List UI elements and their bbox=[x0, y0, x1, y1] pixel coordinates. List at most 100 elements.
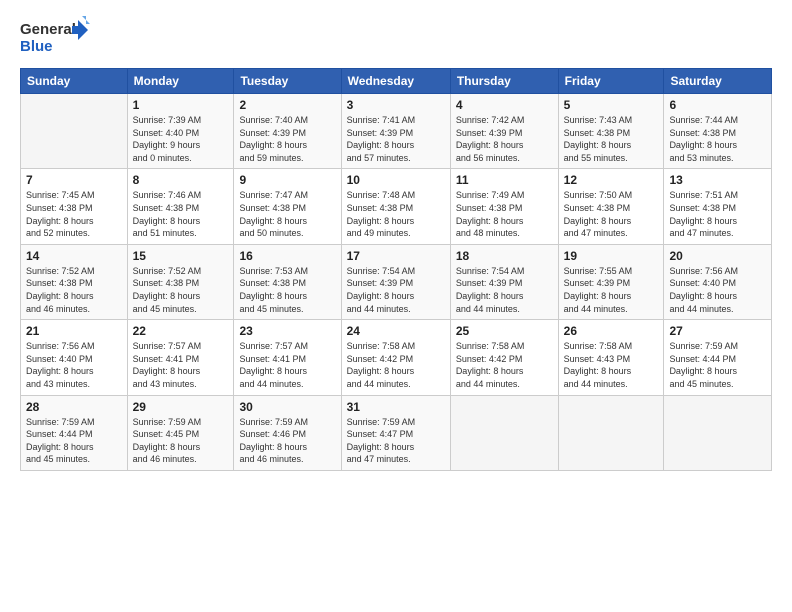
day-number: 14 bbox=[26, 249, 122, 263]
header-thursday: Thursday bbox=[450, 69, 558, 94]
day-number: 12 bbox=[564, 173, 659, 187]
calendar-header-row: SundayMondayTuesdayWednesdayThursdayFrid… bbox=[21, 69, 772, 94]
calendar-cell: 11 Sunrise: 7:49 AM Sunset: 4:38 PM Dayli… bbox=[450, 169, 558, 244]
calendar-cell bbox=[558, 395, 664, 470]
calendar-cell: 22Sunrise: 7:57 AM Sunset: 4:41 PM Dayli… bbox=[127, 320, 234, 395]
calendar-cell bbox=[450, 395, 558, 470]
svg-text:Blue: Blue bbox=[20, 38, 53, 55]
day-number: 1 bbox=[133, 98, 229, 112]
day-number: 24 bbox=[347, 324, 445, 338]
week-row-1: 1 Sunrise: 7:39 AM Sunset: 4:40 PM Daylig… bbox=[21, 94, 772, 169]
calendar: SundayMondayTuesdayWednesdayThursdayFrid… bbox=[20, 68, 772, 471]
day-info: Sunrise: 7:49 AM Sunset: 4:38 PM Dayligh… bbox=[456, 189, 553, 239]
day-number: 13 bbox=[669, 173, 766, 187]
page: General Blue SundayMondayTuesdayWednesda… bbox=[0, 0, 792, 612]
calendar-cell: 21 Sunrise: 7:56 AM Sunset: 4:40 PM Dayli… bbox=[21, 320, 128, 395]
day-number: 16 bbox=[239, 249, 335, 263]
day-info: Sunrise: 7:58 AM Sunset: 4:42 PM Dayligh… bbox=[456, 340, 553, 390]
day-info: Sunrise: 7:59 AM Sunset: 4:44 PM Dayligh… bbox=[26, 416, 122, 466]
day-info: Sunrise: 7:57 AM Sunset: 4:41 PM Dayligh… bbox=[239, 340, 335, 390]
day-info: Sunrise: 7:40 AM Sunset: 4:39 PM Dayligh… bbox=[239, 114, 335, 164]
calendar-cell: 26 Sunrise: 7:58 AM Sunset: 4:43 PM Dayli… bbox=[558, 320, 664, 395]
day-number: 4 bbox=[456, 98, 553, 112]
calendar-cell: 6 Sunrise: 7:44 AM Sunset: 4:38 PM Daylig… bbox=[664, 94, 772, 169]
day-info: Sunrise: 7:47 AM Sunset: 4:38 PM Dayligh… bbox=[239, 189, 335, 239]
day-number: 26 bbox=[564, 324, 659, 338]
day-info: Sunrise: 7:59 AM Sunset: 4:45 PM Dayligh… bbox=[133, 416, 229, 466]
calendar-cell: 27 Sunrise: 7:59 AM Sunset: 4:44 PM Dayli… bbox=[664, 320, 772, 395]
calendar-cell: 25Sunrise: 7:58 AM Sunset: 4:42 PM Dayli… bbox=[450, 320, 558, 395]
day-number: 20 bbox=[669, 249, 766, 263]
calendar-cell bbox=[664, 395, 772, 470]
header-sunday: Sunday bbox=[21, 69, 128, 94]
day-number: 18 bbox=[456, 249, 553, 263]
calendar-cell: 28 Sunrise: 7:59 AM Sunset: 4:44 PM Dayli… bbox=[21, 395, 128, 470]
day-info: Sunrise: 7:44 AM Sunset: 4:38 PM Dayligh… bbox=[669, 114, 766, 164]
day-number: 31 bbox=[347, 400, 445, 414]
day-number: 2 bbox=[239, 98, 335, 112]
day-number: 15 bbox=[133, 249, 229, 263]
day-number: 9 bbox=[239, 173, 335, 187]
day-info: Sunrise: 7:45 AM Sunset: 4:38 PM Dayligh… bbox=[26, 189, 122, 239]
calendar-cell: 19 Sunrise: 7:55 AM Sunset: 4:39 PM Dayli… bbox=[558, 244, 664, 319]
week-row-5: 28 Sunrise: 7:59 AM Sunset: 4:44 PM Dayli… bbox=[21, 395, 772, 470]
day-info: Sunrise: 7:52 AM Sunset: 4:38 PM Dayligh… bbox=[26, 265, 122, 315]
calendar-cell: 1 Sunrise: 7:39 AM Sunset: 4:40 PM Daylig… bbox=[127, 94, 234, 169]
calendar-cell: 24 Sunrise: 7:58 AM Sunset: 4:42 PM Dayli… bbox=[341, 320, 450, 395]
day-number: 17 bbox=[347, 249, 445, 263]
header-friday: Friday bbox=[558, 69, 664, 94]
calendar-cell: 14 Sunrise: 7:52 AM Sunset: 4:38 PM Dayli… bbox=[21, 244, 128, 319]
logo: General Blue bbox=[20, 16, 90, 58]
day-info: Sunrise: 7:41 AM Sunset: 4:39 PM Dayligh… bbox=[347, 114, 445, 164]
calendar-cell: 18 Sunrise: 7:54 AM Sunset: 4:39 PM Dayli… bbox=[450, 244, 558, 319]
calendar-cell: 9 Sunrise: 7:47 AM Sunset: 4:38 PM Daylig… bbox=[234, 169, 341, 244]
day-number: 8 bbox=[133, 173, 229, 187]
logo-svg: General Blue bbox=[20, 16, 90, 58]
header: General Blue bbox=[20, 16, 772, 58]
calendar-cell: 31 Sunrise: 7:59 AM Sunset: 4:47 PM Dayli… bbox=[341, 395, 450, 470]
day-info: Sunrise: 7:54 AM Sunset: 4:39 PM Dayligh… bbox=[347, 265, 445, 315]
calendar-cell: 30 Sunrise: 7:59 AM Sunset: 4:46 PM Dayli… bbox=[234, 395, 341, 470]
day-number: 6 bbox=[669, 98, 766, 112]
header-tuesday: Tuesday bbox=[234, 69, 341, 94]
day-number: 27 bbox=[669, 324, 766, 338]
day-number: 30 bbox=[239, 400, 335, 414]
day-number: 3 bbox=[347, 98, 445, 112]
header-saturday: Saturday bbox=[664, 69, 772, 94]
header-wednesday: Wednesday bbox=[341, 69, 450, 94]
day-number: 22 bbox=[133, 324, 229, 338]
day-number: 21 bbox=[26, 324, 122, 338]
day-info: Sunrise: 7:58 AM Sunset: 4:43 PM Dayligh… bbox=[564, 340, 659, 390]
day-info: Sunrise: 7:50 AM Sunset: 4:38 PM Dayligh… bbox=[564, 189, 659, 239]
week-row-2: 7 Sunrise: 7:45 AM Sunset: 4:38 PM Daylig… bbox=[21, 169, 772, 244]
day-info: Sunrise: 7:59 AM Sunset: 4:44 PM Dayligh… bbox=[669, 340, 766, 390]
day-number: 23 bbox=[239, 324, 335, 338]
day-info: Sunrise: 7:39 AM Sunset: 4:40 PM Dayligh… bbox=[133, 114, 229, 164]
week-row-4: 21 Sunrise: 7:56 AM Sunset: 4:40 PM Dayli… bbox=[21, 320, 772, 395]
day-number: 29 bbox=[133, 400, 229, 414]
calendar-cell: 8Sunrise: 7:46 AM Sunset: 4:38 PM Daylig… bbox=[127, 169, 234, 244]
day-info: Sunrise: 7:55 AM Sunset: 4:39 PM Dayligh… bbox=[564, 265, 659, 315]
calendar-cell: 16Sunrise: 7:53 AM Sunset: 4:38 PM Dayli… bbox=[234, 244, 341, 319]
day-info: Sunrise: 7:58 AM Sunset: 4:42 PM Dayligh… bbox=[347, 340, 445, 390]
calendar-cell: 2 Sunrise: 7:40 AM Sunset: 4:39 PM Daylig… bbox=[234, 94, 341, 169]
day-info: Sunrise: 7:51 AM Sunset: 4:38 PM Dayligh… bbox=[669, 189, 766, 239]
calendar-cell: 3 Sunrise: 7:41 AM Sunset: 4:39 PM Daylig… bbox=[341, 94, 450, 169]
calendar-cell: 17 Sunrise: 7:54 AM Sunset: 4:39 PM Dayli… bbox=[341, 244, 450, 319]
day-number: 19 bbox=[564, 249, 659, 263]
day-info: Sunrise: 7:43 AM Sunset: 4:38 PM Dayligh… bbox=[564, 114, 659, 164]
day-info: Sunrise: 7:56 AM Sunset: 4:40 PM Dayligh… bbox=[669, 265, 766, 315]
day-number: 28 bbox=[26, 400, 122, 414]
day-info: Sunrise: 7:59 AM Sunset: 4:47 PM Dayligh… bbox=[347, 416, 445, 466]
calendar-cell: 4Sunrise: 7:42 AM Sunset: 4:39 PM Daylig… bbox=[450, 94, 558, 169]
day-number: 10 bbox=[347, 173, 445, 187]
day-info: Sunrise: 7:54 AM Sunset: 4:39 PM Dayligh… bbox=[456, 265, 553, 315]
day-info: Sunrise: 7:56 AM Sunset: 4:40 PM Dayligh… bbox=[26, 340, 122, 390]
day-number: 7 bbox=[26, 173, 122, 187]
day-info: Sunrise: 7:59 AM Sunset: 4:46 PM Dayligh… bbox=[239, 416, 335, 466]
day-number: 11 bbox=[456, 173, 553, 187]
calendar-cell: 13 Sunrise: 7:51 AM Sunset: 4:38 PM Dayli… bbox=[664, 169, 772, 244]
header-monday: Monday bbox=[127, 69, 234, 94]
calendar-cell: 10 Sunrise: 7:48 AM Sunset: 4:38 PM Dayli… bbox=[341, 169, 450, 244]
day-info: Sunrise: 7:48 AM Sunset: 4:38 PM Dayligh… bbox=[347, 189, 445, 239]
